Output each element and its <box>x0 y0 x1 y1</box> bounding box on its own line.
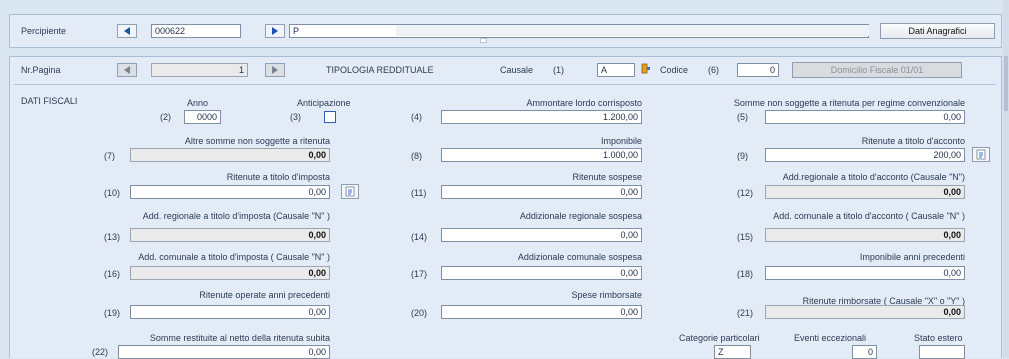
anno-number: (2) <box>160 112 171 122</box>
f8-number: (8) <box>411 151 422 161</box>
f17-label: Addizionale comunale sospesa <box>517 252 642 262</box>
dati-fiscali-title: DATI FISCALI <box>21 96 78 106</box>
causale-number: (1) <box>553 65 564 75</box>
next-page-button[interactable] <box>265 63 285 77</box>
arrow-left-icon <box>124 27 130 35</box>
f12-number: (12) <box>737 188 754 198</box>
nr-pagina-label: Nr.Pagina <box>21 65 61 75</box>
stato-estero-label: Stato estero <box>914 333 963 343</box>
f8-label: Imponibile <box>600 136 642 146</box>
f18-label: Imponibile anni precedenti <box>859 252 965 262</box>
tipologia-reddituale-label: TIPOLOGIA REDDITUALE <box>326 65 434 75</box>
f17-number: (17) <box>411 269 428 279</box>
f20-label: Spese rimborsate <box>571 290 642 300</box>
prev-percipiente-button[interactable] <box>117 24 137 38</box>
calculator-icon[interactable] <box>341 184 359 199</box>
anno-field[interactable]: 0000 <box>184 110 221 124</box>
f9-number: (9) <box>737 151 748 161</box>
percipiente-code-field[interactable]: 000622 <box>151 24 241 38</box>
f13-field[interactable]: 0,00 <box>130 228 330 242</box>
f19-field[interactable]: 0,00 <box>130 305 330 319</box>
f11-number: (11) <box>411 188 427 198</box>
categorie-particolari-field[interactable]: Z <box>714 345 751 359</box>
f18-field[interactable]: 0,00 <box>765 266 965 280</box>
f14-number: (14) <box>411 232 428 242</box>
eventi-eccezionali-field[interactable]: 0 <box>852 345 877 359</box>
codice-number: (6) <box>708 65 719 75</box>
arrow-right-icon <box>272 27 278 35</box>
scrollbar-track[interactable] <box>1003 0 1009 358</box>
f16-number: (16) <box>104 269 121 279</box>
f20-number: (20) <box>411 308 428 318</box>
f8-field[interactable]: 1.000,00 <box>441 148 642 162</box>
name-field-highlight <box>396 25 869 36</box>
arrow-left-icon <box>124 66 130 74</box>
page-number-field[interactable]: 1 <box>151 63 248 77</box>
domicilio-fiscale-button[interactable]: Domicilio Fiscale 01/01 <box>792 62 962 78</box>
f5-label: Somme non soggette a ritenuta per regime… <box>733 98 965 108</box>
f14-label: Addizionale regionale sospesa <box>519 211 642 221</box>
resize-grip[interactable] <box>480 38 487 43</box>
f22-field[interactable]: 0,00 <box>118 345 330 359</box>
f12-field[interactable]: 0,00 <box>765 185 965 199</box>
prev-page-button[interactable] <box>117 63 137 77</box>
f11-field[interactable]: 0,00 <box>441 185 642 199</box>
f19-label: Ritenute operate anni precedenti <box>199 290 330 300</box>
f21-number: (21) <box>737 308 754 318</box>
f11-label: Ritenute sospese <box>572 172 642 182</box>
anticipazione-checkbox[interactable] <box>324 111 336 123</box>
f10-number: (10) <box>104 188 121 198</box>
f4-field[interactable]: 1.200,00 <box>441 110 642 124</box>
f18-number: (18) <box>737 269 754 279</box>
f10-field[interactable]: 0,00 <box>130 185 330 199</box>
f9-field[interactable]: 200,00 <box>765 148 965 162</box>
codice-label: Codice <box>660 65 689 75</box>
separator <box>14 84 996 85</box>
f5-field[interactable]: 0,00 <box>765 110 965 124</box>
f13-label: Add. regionale a titolo d'imposta (Causa… <box>142 211 330 221</box>
f7-label: Altre somme non soggette a ritenuta <box>184 136 330 146</box>
f5-number: (5) <box>737 112 748 122</box>
causale-label: Causale <box>500 65 534 75</box>
f14-field[interactable]: 0,00 <box>441 228 642 242</box>
f22-number: (22) <box>92 347 109 357</box>
f15-label: Add. comunale a titolo d'acconto ( Causa… <box>773 211 965 221</box>
scrollbar-thumb[interactable] <box>1004 56 1008 111</box>
f15-field[interactable]: 0,00 <box>765 228 965 242</box>
codice-field[interactable]: 0 <box>737 63 779 77</box>
f22-label: Somme restituite al netto della ritenuta… <box>149 333 330 343</box>
next-percipiente-button[interactable] <box>265 24 285 38</box>
f7-number: (7) <box>104 151 115 161</box>
stato-estero-field[interactable] <box>919 345 965 359</box>
eventi-eccezionali-label: Eventi eccezionali <box>794 333 867 343</box>
percipiente-label: Percipiente <box>21 26 67 36</box>
f21-field[interactable]: 0,00 <box>765 305 965 319</box>
f4-label: Ammontare lordo corrisposto <box>526 98 642 108</box>
f16-label: Add. comunale a titolo d'imposta ( Causa… <box>138 252 330 262</box>
f16-field[interactable]: 0,00 <box>130 266 330 280</box>
f20-field[interactable]: 0,00 <box>441 305 642 319</box>
anno-label: Anno <box>187 98 209 108</box>
anticipazione-label: Anticipazione <box>297 98 351 108</box>
dati-anagrafici-button[interactable]: Dati Anagrafici <box>880 23 995 39</box>
categorie-particolari-label: Categorie particolari <box>679 333 760 343</box>
f15-number: (15) <box>737 232 754 242</box>
f10-label: Ritenute a titolo d'imposta <box>226 172 330 182</box>
f13-number: (13) <box>104 232 121 242</box>
f4-number: (4) <box>411 112 422 122</box>
lookup-icon[interactable] <box>641 62 651 76</box>
f9-label: Ritenute a titolo d'acconto <box>861 136 965 146</box>
causale-field[interactable]: A <box>597 63 635 77</box>
f12-label: Add.regionale a titolo d'acconto (Causal… <box>782 172 965 182</box>
f7-field[interactable]: 0,00 <box>130 148 330 162</box>
arrow-right-icon <box>272 66 278 74</box>
calculator-icon[interactable] <box>972 147 990 162</box>
f17-field[interactable]: 0,00 <box>441 266 642 280</box>
f19-number: (19) <box>104 308 121 318</box>
anticipazione-number: (3) <box>290 112 301 122</box>
